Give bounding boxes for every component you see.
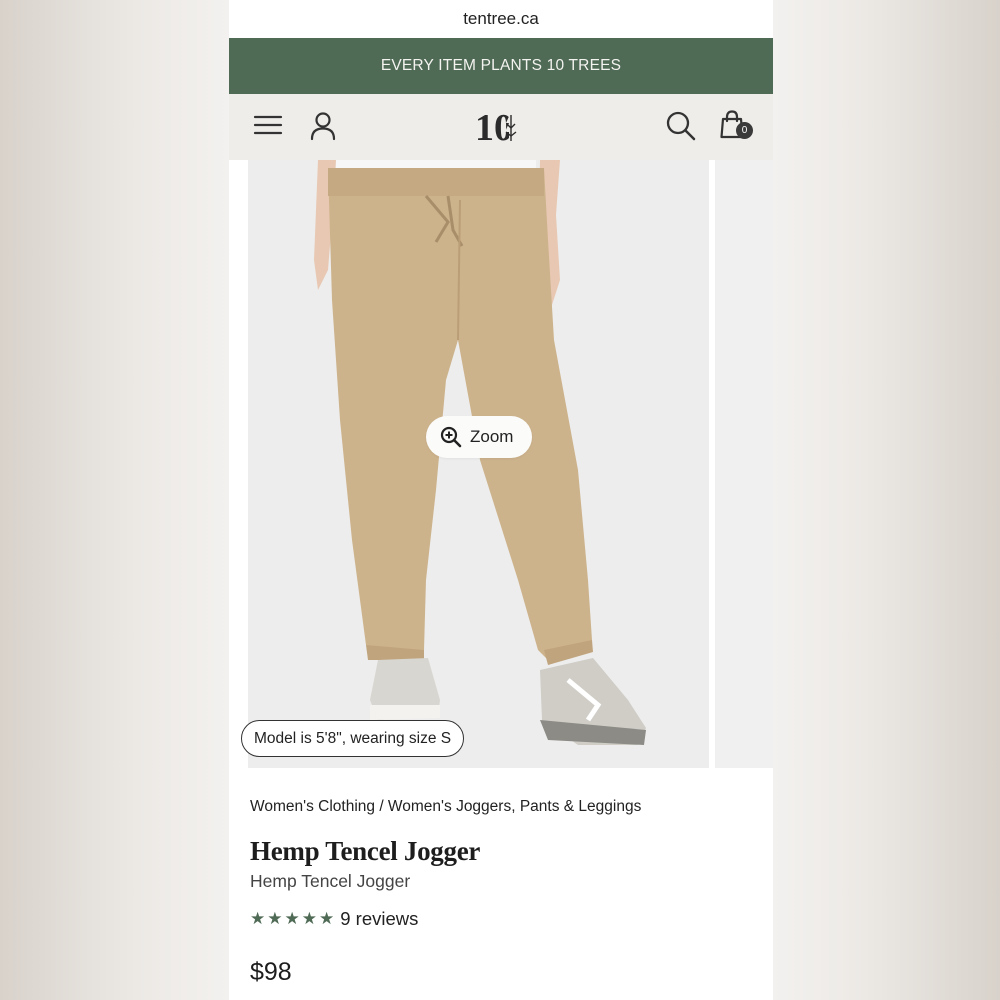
promo-text: EVERY ITEM PLANTS 10 TREES	[380, 57, 622, 74]
zoom-button[interactable]: Zoom	[426, 416, 532, 458]
next-image-peek[interactable]	[715, 160, 773, 768]
star-icon: ★	[319, 908, 335, 929]
zoom-in-icon	[440, 426, 462, 448]
star-icon: ★	[250, 908, 266, 929]
reviews-link[interactable]: 9 reviews	[340, 908, 418, 930]
promo-banner[interactable]: EVERY ITEM PLANTS 10 TREES	[229, 38, 773, 94]
product-gallery: Zoom Model is 5'8", wearing size S	[229, 160, 773, 768]
menu-icon[interactable]	[253, 110, 283, 140]
product-image[interactable]	[248, 160, 709, 768]
url-bar[interactable]: tentree.ca	[229, 0, 773, 38]
zoom-label: Zoom	[470, 427, 514, 446]
product-subtitle: Hemp Tencel Jogger	[250, 871, 411, 891]
search-icon[interactable]	[665, 110, 697, 142]
url-text: tentree.ca	[463, 9, 539, 28]
star-icon: ★	[267, 908, 283, 929]
background-left	[0, 0, 229, 1000]
star-icon: ★	[301, 908, 317, 929]
product-price: $98	[250, 958, 292, 986]
product-info: Women's Clothing / Women's Joggers, Pant…	[229, 798, 773, 987]
model-size-text: Model is 5'8", wearing size S	[254, 729, 452, 747]
product-title: Hemp Tencel Jogger	[250, 836, 481, 866]
user-icon[interactable]	[309, 110, 337, 142]
rating[interactable]: ★ ★ ★ ★ ★ 9 reviews	[250, 908, 752, 930]
mobile-page: tentree.ca EVERY ITEM PLANTS 10 TREES 10	[229, 0, 773, 1000]
cart-count-badge: 0	[736, 122, 753, 139]
background-right	[773, 0, 1000, 1000]
star-rating: ★ ★ ★ ★ ★	[250, 908, 335, 929]
breadcrumb[interactable]: Women's Clothing / Women's Joggers, Pant…	[250, 798, 752, 816]
logo-icon[interactable]: 10	[475, 107, 527, 147]
model-size-note: Model is 5'8", wearing size S	[241, 720, 465, 757]
site-header: 10 0	[229, 94, 773, 160]
star-icon: ★	[284, 908, 300, 929]
model-photo	[248, 160, 709, 768]
